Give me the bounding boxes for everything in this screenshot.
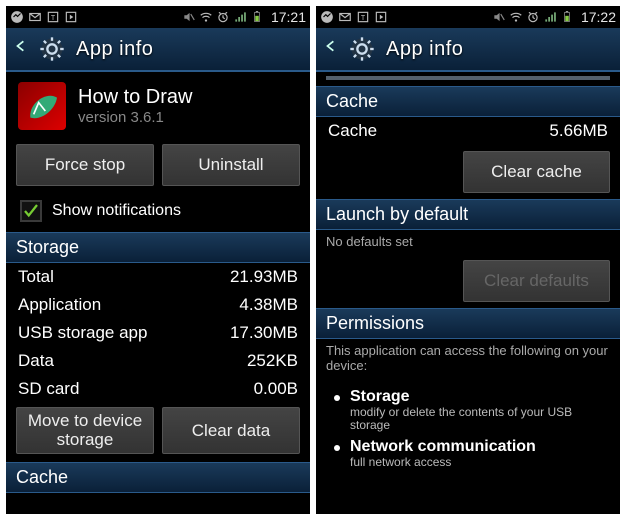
storage-sd-label: SD card [18, 379, 79, 399]
app-icon [18, 82, 66, 130]
show-notifications-label: Show notifications [52, 202, 181, 220]
bullet-icon [334, 445, 340, 451]
uninstall-button[interactable]: Uninstall [162, 144, 300, 186]
svg-text:T: T [51, 15, 56, 22]
storage-app-value: 4.38MB [239, 295, 298, 315]
t-icon: T [46, 10, 60, 24]
section-cache: Cache [6, 462, 310, 493]
checkbox-checked-icon[interactable] [20, 200, 42, 222]
section-launch: Launch by default [316, 199, 620, 230]
storage-total-row: Total 21.93MB [6, 263, 310, 291]
clear-defaults-button[interactable]: Clear defaults [463, 260, 610, 302]
play-icon [374, 10, 388, 24]
bullet-icon [334, 395, 340, 401]
phone-left: T 17:21 App info How to Draw version 3.6… [6, 6, 310, 514]
permission-title: Storage [350, 388, 602, 406]
storage-data-label: Data [18, 351, 54, 371]
app-name: How to Draw [78, 86, 192, 109]
app-version: version 3.6.1 [78, 109, 192, 126]
back-icon[interactable] [324, 39, 338, 59]
alarm-icon [526, 10, 540, 24]
scroll-hint [326, 76, 610, 80]
clear-data-button[interactable]: Clear data [162, 407, 300, 454]
clock-text: 17:22 [581, 9, 616, 25]
storage-sd-value: 0.00B [254, 379, 298, 399]
section-cache: Cache [316, 86, 620, 117]
permissions-intro: This application can access the followin… [316, 339, 620, 378]
wifi-icon [199, 10, 213, 24]
section-permissions: Permissions [316, 308, 620, 339]
header-bar: App info [316, 28, 620, 72]
permission-desc: modify or delete the contents of your US… [350, 406, 602, 432]
storage-data-value: 252KB [247, 351, 298, 371]
clock-text: 17:21 [271, 9, 306, 25]
messenger-icon [320, 10, 334, 24]
signal-icon [233, 10, 247, 24]
permission-desc: full network access [350, 456, 536, 469]
mail-icon [338, 10, 352, 24]
svg-text:T: T [361, 15, 366, 22]
storage-total-label: Total [18, 267, 54, 287]
cache-label: Cache [328, 121, 377, 141]
app-summary: How to Draw version 3.6.1 [6, 72, 310, 140]
permission-title: Network communication [350, 438, 536, 456]
messenger-icon [10, 10, 24, 24]
signal-icon [543, 10, 557, 24]
storage-data-row: Data 252KB [6, 347, 310, 375]
no-defaults-text: No defaults set [316, 230, 620, 254]
storage-usb-value: 17.30MB [230, 323, 298, 343]
phone-right: T 17:22 App info Cache Cache 5.66MB Clea… [316, 6, 620, 514]
gear-icon [348, 35, 376, 63]
battery-icon [250, 10, 264, 24]
storage-total-value: 21.93MB [230, 267, 298, 287]
permission-storage: Storage modify or delete the contents of… [334, 388, 602, 432]
header-bar: App info [6, 28, 310, 72]
permission-network: Network communication full network acces… [334, 438, 602, 469]
mute-icon [492, 10, 506, 24]
clear-cache-button[interactable]: Clear cache [463, 151, 610, 193]
storage-app-label: Application [18, 295, 101, 315]
mute-icon [182, 10, 196, 24]
t-icon: T [356, 10, 370, 24]
move-to-device-button[interactable]: Move to device storage [16, 407, 154, 454]
storage-usb-label: USB storage app [18, 323, 147, 343]
back-icon[interactable] [14, 39, 28, 59]
force-stop-button[interactable]: Force stop [16, 144, 154, 186]
alarm-icon [216, 10, 230, 24]
gear-icon [38, 35, 66, 63]
storage-sd-row: SD card 0.00B [6, 375, 310, 403]
status-bar: T 17:21 [6, 6, 310, 28]
storage-usb-row: USB storage app 17.30MB [6, 319, 310, 347]
storage-app-row: Application 4.38MB [6, 291, 310, 319]
header-title: App info [76, 38, 153, 61]
cache-value: 5.66MB [549, 121, 608, 141]
wifi-icon [509, 10, 523, 24]
mail-icon [28, 10, 42, 24]
header-title: App info [386, 38, 463, 61]
play-icon [64, 10, 78, 24]
battery-icon [560, 10, 574, 24]
status-bar: T 17:22 [316, 6, 620, 28]
cache-row: Cache 5.66MB [316, 117, 620, 145]
section-storage: Storage [6, 232, 310, 263]
show-notifications-row[interactable]: Show notifications [6, 194, 310, 232]
